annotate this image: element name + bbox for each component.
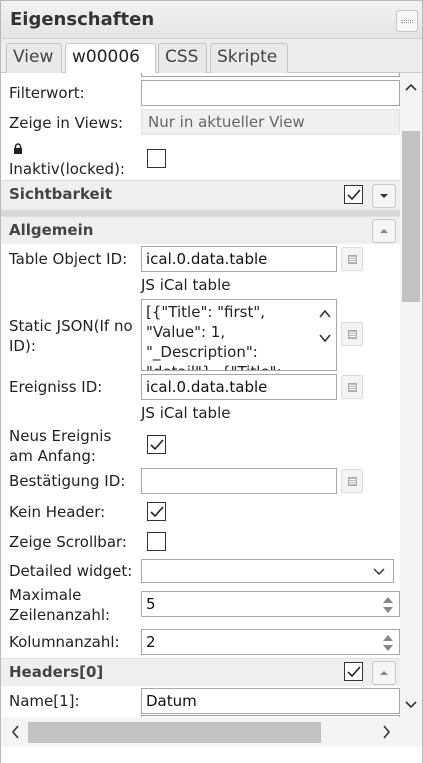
scroll-right-icon[interactable]: [377, 717, 397, 747]
scrollbar-checkbox[interactable]: [147, 532, 166, 551]
locked-checkbox[interactable]: [147, 149, 166, 168]
visibility-checkbox[interactable]: [344, 185, 363, 204]
chevron-up-icon: [380, 671, 388, 675]
static-json-label: Static JSON(If no ID):: [9, 317, 133, 355]
scroll-up-icon[interactable]: [400, 77, 422, 97]
section-general-title: Allgemein: [9, 221, 94, 239]
panel-title: Eigenschaften: [10, 9, 155, 30]
horizontal-scrollbar[interactable]: [1, 717, 400, 747]
vertical-scrollbar[interactable]: [400, 73, 422, 717]
static-json-line: "detail"}, {"Title":: [146, 362, 306, 370]
event-id-input[interactable]: ical.0.data.table: [141, 374, 337, 400]
max-rows-spinner[interactable]: [378, 593, 398, 616]
no-header-label: Kein Header:: [9, 503, 106, 521]
new-event-label: Neus Ereignis am Anfang:: [9, 427, 112, 465]
tab-scripts[interactable]: Skripte: [210, 43, 288, 73]
section-general[interactable]: Allgemein: [1, 216, 400, 244]
tab-view[interactable]: View: [6, 43, 62, 73]
chevron-down-icon: [380, 194, 388, 198]
vertical-scroll-thumb[interactable]: [402, 131, 420, 302]
columns-value: 2: [146, 633, 156, 651]
scrollbar-corner: [400, 717, 422, 747]
object-select-icon[interactable]: [341, 322, 363, 346]
scroll-down-icon[interactable]: [400, 695, 422, 715]
filter-label: Filterwort:: [9, 84, 85, 102]
no-header-checkbox[interactable]: [147, 502, 166, 521]
headers-collapse-button[interactable]: [372, 661, 396, 685]
filter-input[interactable]: [141, 80, 400, 106]
event-id-description: JS iCal table: [141, 404, 231, 422]
columns-input[interactable]: 2: [141, 629, 400, 655]
table-id-label: Table Object ID:: [9, 250, 128, 268]
static-json-line: "_Description":: [146, 343, 258, 361]
tab-widget[interactable]: w00006: [65, 43, 156, 74]
table-id-description: JS iCal table: [141, 276, 231, 294]
visibility-expand-button[interactable]: [372, 184, 396, 208]
columns-label: Kolumnanzahl:: [9, 633, 120, 651]
section-visibility-title: Sichtbarkeit: [9, 185, 113, 203]
max-rows-input[interactable]: 5: [141, 591, 400, 617]
general-collapse-button[interactable]: [372, 219, 396, 243]
max-rows-label: Maximale Zeilenanzahl:: [9, 586, 111, 624]
section-headers[interactable]: Headers[0]: [1, 658, 400, 686]
object-select-icon[interactable]: [341, 375, 363, 399]
textarea-scrollbar[interactable]: [314, 300, 336, 370]
section-headers-title: Headers[0]: [9, 663, 104, 681]
close-icon[interactable]: [396, 10, 418, 32]
object-select-icon[interactable]: [341, 469, 363, 493]
static-json-textarea[interactable]: [{"Title": "first", "Value": 1, "_Descri…: [141, 299, 337, 371]
locked-label: Inaktiv(locked):: [9, 160, 125, 178]
chevron-down-icon: [371, 563, 387, 579]
header-name-label: Name[1]:: [9, 692, 80, 710]
properties-panel: Eigenschaften View w00006 CSS Skripte Fi…: [0, 0, 423, 763]
chevron-up-icon: [380, 229, 388, 233]
header-name-input[interactable]: Datum: [141, 688, 400, 714]
new-event-checkbox[interactable]: [147, 435, 166, 454]
columns-spinner[interactable]: [378, 631, 398, 654]
horizontal-scroll-thumb[interactable]: [28, 722, 321, 743]
properties-content: Filterwort: Zeige in Views: Nur in aktue…: [1, 73, 400, 717]
scroll-left-icon[interactable]: [5, 717, 25, 747]
lock-icon: [13, 141, 23, 154]
event-id-label: Ereigniss ID:: [9, 378, 103, 396]
tab-css[interactable]: CSS: [158, 43, 207, 73]
table-id-input[interactable]: ical.0.data.table: [141, 246, 337, 272]
max-rows-value: 5: [146, 595, 156, 613]
detailed-widget-select[interactable]: [141, 559, 394, 583]
confirm-id-label: Bestätigung ID:: [9, 472, 126, 490]
object-select-icon[interactable]: [341, 247, 363, 271]
confirm-id-input[interactable]: [141, 468, 337, 494]
section-visibility[interactable]: Sichtbarkeit: [1, 180, 400, 210]
detailed-widget-label: Detailed widget:: [9, 562, 133, 580]
views-label: Zeige in Views:: [9, 114, 124, 132]
headers-checkbox[interactable]: [344, 662, 363, 681]
panel-footer: [1, 747, 422, 763]
scrollbar-label: Zeige Scrollbar:: [9, 533, 127, 551]
title-bar: Eigenschaften: [1, 1, 422, 39]
previous-field[interactable]: [141, 73, 400, 77]
static-json-line: "Value": 1,: [146, 323, 226, 341]
views-value: Nur in aktueller View: [141, 109, 400, 135]
static-json-line: [{"Title": "first",: [146, 303, 266, 321]
tab-bar: View w00006 CSS Skripte: [1, 39, 422, 74]
